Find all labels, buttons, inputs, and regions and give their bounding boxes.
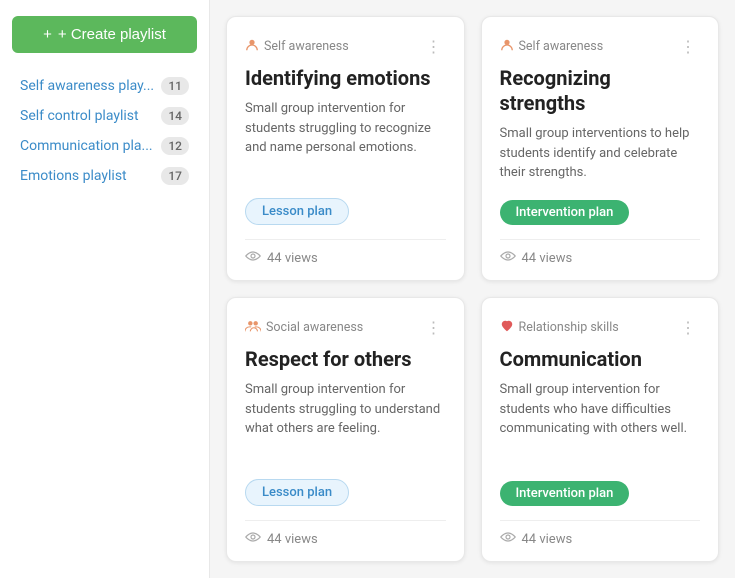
card-header: Self awareness ⋮ bbox=[500, 35, 701, 58]
content-card: Relationship skills ⋮ Communication Smal… bbox=[481, 297, 720, 562]
views-eye-icon bbox=[245, 250, 261, 266]
sidebar-playlist-item[interactable]: Self awareness play... 11 bbox=[12, 71, 197, 101]
category-label: Self awareness bbox=[519, 39, 604, 54]
card-tag-button[interactable]: Lesson plan bbox=[245, 479, 349, 506]
card-category: Self awareness bbox=[500, 38, 604, 56]
card-menu-button[interactable]: ⋮ bbox=[422, 35, 446, 58]
card-divider bbox=[500, 520, 701, 521]
card-description: Small group intervention for students wh… bbox=[500, 380, 701, 467]
card-views: 44 views bbox=[245, 250, 446, 266]
playlist-item-label: Emotions playlist bbox=[20, 168, 127, 184]
category-label: Social awareness bbox=[266, 320, 363, 335]
card-header: Relationship skills ⋮ bbox=[500, 316, 701, 339]
create-playlist-button[interactable]: + + Create playlist bbox=[12, 16, 197, 53]
main-content: Self awareness ⋮ Identifying emotions Sm… bbox=[210, 0, 735, 578]
card-title: Communication bbox=[500, 347, 701, 372]
card-menu-button[interactable]: ⋮ bbox=[676, 35, 700, 58]
card-tag-button[interactable]: Lesson plan bbox=[245, 198, 349, 225]
card-views: 44 views bbox=[245, 531, 446, 547]
views-count: 44 views bbox=[522, 532, 573, 547]
card-description: Small group intervention for students st… bbox=[245, 99, 446, 184]
playlist-item-badge: 14 bbox=[161, 107, 189, 125]
plus-icon: + bbox=[43, 26, 52, 43]
sidebar-playlist-item[interactable]: Emotions playlist 17 bbox=[12, 161, 197, 191]
card-tag-button[interactable]: Intervention plan bbox=[500, 200, 630, 225]
card-divider bbox=[245, 520, 446, 521]
content-card: Self awareness ⋮ Recognizing strengths S… bbox=[481, 16, 720, 281]
views-count: 44 views bbox=[267, 251, 318, 266]
content-card: Self awareness ⋮ Identifying emotions Sm… bbox=[226, 16, 465, 281]
content-card: Social awareness ⋮ Respect for others Sm… bbox=[226, 297, 465, 562]
sidebar-playlist-item[interactable]: Communication pla... 12 bbox=[12, 131, 197, 161]
category-icon bbox=[245, 38, 259, 56]
sidebar-playlist-item[interactable]: Self control playlist 14 bbox=[12, 101, 197, 131]
playlist-item-badge: 12 bbox=[161, 137, 189, 155]
card-header: Self awareness ⋮ bbox=[245, 35, 446, 58]
create-playlist-label: + Create playlist bbox=[58, 26, 166, 43]
playlist-item-badge: 17 bbox=[161, 167, 189, 185]
card-divider bbox=[500, 239, 701, 240]
card-views: 44 views bbox=[500, 531, 701, 547]
playlist-list: Self awareness play... 11 Self control p… bbox=[12, 71, 197, 191]
card-menu-button[interactable]: ⋮ bbox=[676, 316, 700, 339]
category-label: Relationship skills bbox=[519, 320, 619, 335]
category-icon bbox=[500, 38, 514, 56]
views-count: 44 views bbox=[267, 532, 318, 547]
category-label: Self awareness bbox=[264, 39, 349, 54]
card-views: 44 views bbox=[500, 250, 701, 266]
card-title: Identifying emotions bbox=[245, 66, 446, 91]
views-eye-icon bbox=[500, 531, 516, 547]
sidebar: + + Create playlist Self awareness play.… bbox=[0, 0, 210, 578]
card-menu-button[interactable]: ⋮ bbox=[422, 316, 446, 339]
category-icon bbox=[500, 319, 514, 337]
views-eye-icon bbox=[245, 531, 261, 547]
playlist-item-label: Self control playlist bbox=[20, 108, 139, 124]
card-category: Social awareness bbox=[245, 319, 363, 337]
playlist-item-badge: 11 bbox=[161, 77, 189, 95]
card-divider bbox=[245, 239, 446, 240]
card-description: Small group interventions to help studen… bbox=[500, 124, 701, 186]
views-eye-icon bbox=[500, 250, 516, 266]
card-category: Self awareness bbox=[245, 38, 349, 56]
card-title: Recognizing strengths bbox=[500, 66, 701, 116]
views-count: 44 views bbox=[522, 251, 573, 266]
card-header: Social awareness ⋮ bbox=[245, 316, 446, 339]
card-tag-button[interactable]: Intervention plan bbox=[500, 481, 630, 506]
playlist-item-label: Self awareness play... bbox=[20, 78, 154, 94]
category-icon bbox=[245, 319, 261, 337]
playlist-item-label: Communication pla... bbox=[20, 138, 153, 154]
card-category: Relationship skills bbox=[500, 319, 619, 337]
card-description: Small group intervention for students st… bbox=[245, 380, 446, 465]
card-title: Respect for others bbox=[245, 347, 446, 372]
